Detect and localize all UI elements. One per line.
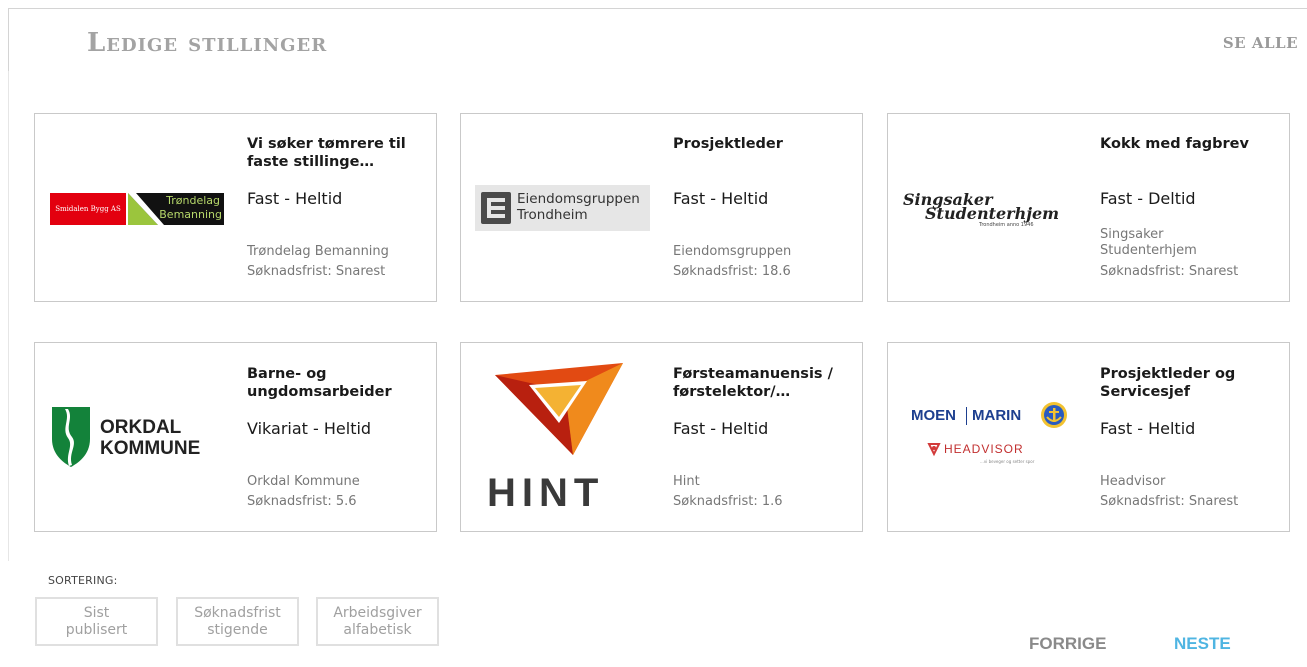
frame-border-left-lower <box>8 71 9 561</box>
job-card[interactable]: Smidalen Bygg AS Trøndelag Bemanning Vi … <box>34 113 437 302</box>
anchor-icon <box>1041 402 1067 428</box>
job-type: Fast - Heltid <box>247 189 343 208</box>
employer-logo-eiendomsgruppen: Eiendomsgruppen Trondheim <box>475 185 650 231</box>
job-card[interactable]: Eiendomsgruppen Trondheim Prosjektleder … <box>460 113 863 302</box>
trondelag-logo-line1: Trøndelag <box>166 194 220 207</box>
employer-name: Headvisor <box>1100 474 1166 489</box>
sort-deadline-line1: Søknadsfrist <box>194 604 281 621</box>
frame-border-left <box>8 8 9 71</box>
employer-logo-singsaker: Singsaker Studenterhjem Trondheim anno 1… <box>903 190 1083 230</box>
sort-employer-button[interactable]: Arbeidsgiver alfabetisk <box>316 597 439 646</box>
employer-name: Singsaker Studenterhjem <box>1100 227 1197 258</box>
job-type: Vikariat - Heltid <box>247 419 372 438</box>
moen-marin-divider <box>966 407 967 425</box>
job-type: Fast - Heltid <box>673 419 769 438</box>
sort-employer-line2: alfabetisk <box>343 621 412 638</box>
headvisor-mark-icon <box>927 443 941 457</box>
job-card[interactable]: MOEN MARIN HEADVISOR ...vi beveger og se… <box>887 342 1290 532</box>
job-title: Førsteamanuensis / førstelektor/… <box>673 366 833 400</box>
deadline: Søknadsfrist: Snarest <box>1100 264 1239 279</box>
eiendomsgruppen-logo-line1: Eiendomsgruppen <box>517 191 640 207</box>
job-card[interactable]: ORKDAL KOMMUNE Barne- og ungdomsarbeider… <box>34 342 437 532</box>
next-page-button[interactable]: NESTE <box>1174 634 1231 654</box>
deadline: Søknadsfrist: 1.6 <box>673 494 783 509</box>
smidalen-logo-text: Smidalen Bygg AS <box>50 193 126 225</box>
deadline: Søknadsfrist: 5.6 <box>247 494 357 509</box>
hint-logo-text: HINT <box>487 471 605 515</box>
sorting-label: SORTERING: <box>48 574 118 587</box>
sort-latest-line1: Sist <box>83 604 110 621</box>
job-type: Fast - Deltid <box>1100 189 1196 208</box>
sort-employer-line1: Arbeidsgiver <box>333 604 422 621</box>
employer-name: Hint <box>673 474 700 489</box>
section-title: Ledige stillinger <box>87 28 328 58</box>
singsaker-logo-tagline: Trondheim anno 1946 <box>979 222 1034 228</box>
frame-border-top <box>8 8 1307 9</box>
moen-logo-text: MOEN <box>911 407 956 424</box>
employer-logo-trondelag-bemanning: Smidalen Bygg AS Trøndelag Bemanning <box>50 193 224 225</box>
deadline: Søknadsfrist: Snarest <box>1100 494 1239 509</box>
previous-page-button[interactable]: FORRIGE <box>1029 634 1106 654</box>
singsaker-logo-line2: Studenterhjem <box>925 204 1060 223</box>
see-all-link[interactable]: SE ALLE <box>1223 34 1298 52</box>
sort-latest-button[interactable]: Sist publisert <box>35 597 158 646</box>
headvisor-logo-text: HEADVISOR <box>944 442 1024 456</box>
employer-name: Eiendomsgruppen <box>673 244 792 259</box>
job-title: Prosjektleder <box>673 136 783 152</box>
eiendomsgruppen-logo-line2: Trondheim <box>517 207 588 223</box>
deadline: Søknadsfrist: 18.6 <box>673 264 791 279</box>
deadline: Søknadsfrist: Snarest <box>247 264 386 279</box>
orkdal-logo-line1: ORKDAL <box>100 417 182 438</box>
headvisor-tagline: ...vi beveger og setter spor <box>980 459 1035 464</box>
job-type: Fast - Heltid <box>1100 419 1196 438</box>
employer-logo-orkdal: ORKDAL KOMMUNE <box>50 405 230 471</box>
sort-latest-line2: publisert <box>65 621 128 638</box>
sort-deadline-line2: stigende <box>207 621 268 638</box>
employer-logo-hint: HINT <box>487 361 647 513</box>
orkdal-logo-line2: KOMMUNE <box>100 438 201 459</box>
trondelag-logo-line2: Bemanning <box>159 208 222 221</box>
job-type: Fast - Heltid <box>673 189 769 208</box>
employer-logo-moen-marin-headvisor: MOEN MARIN HEADVISOR ...vi beveger og se… <box>908 397 1088 473</box>
job-title: Vi søker tømrere til faste stillinge… <box>247 136 406 170</box>
employer-name: Trøndelag Bemanning <box>247 244 389 259</box>
marin-logo-text: MARIN <box>972 407 1022 424</box>
hint-triangle-icon <box>495 363 623 455</box>
sort-deadline-button[interactable]: Søknadsfrist stigende <box>176 597 299 646</box>
job-card[interactable]: HINT Førsteamanuensis / førstelektor/… F… <box>460 342 863 532</box>
eiendomsgruppen-mark-icon <box>481 192 511 224</box>
job-title: Kokk med fagbrev <box>1100 136 1249 152</box>
job-card[interactable]: Singsaker Studenterhjem Trondheim anno 1… <box>887 113 1290 302</box>
orkdal-shield-icon <box>52 407 90 467</box>
job-title: Prosjektleder og Servicesjef <box>1100 366 1236 400</box>
employer-name: Orkdal Kommune <box>247 474 360 489</box>
job-title: Barne- og ungdomsarbeider <box>247 366 392 400</box>
